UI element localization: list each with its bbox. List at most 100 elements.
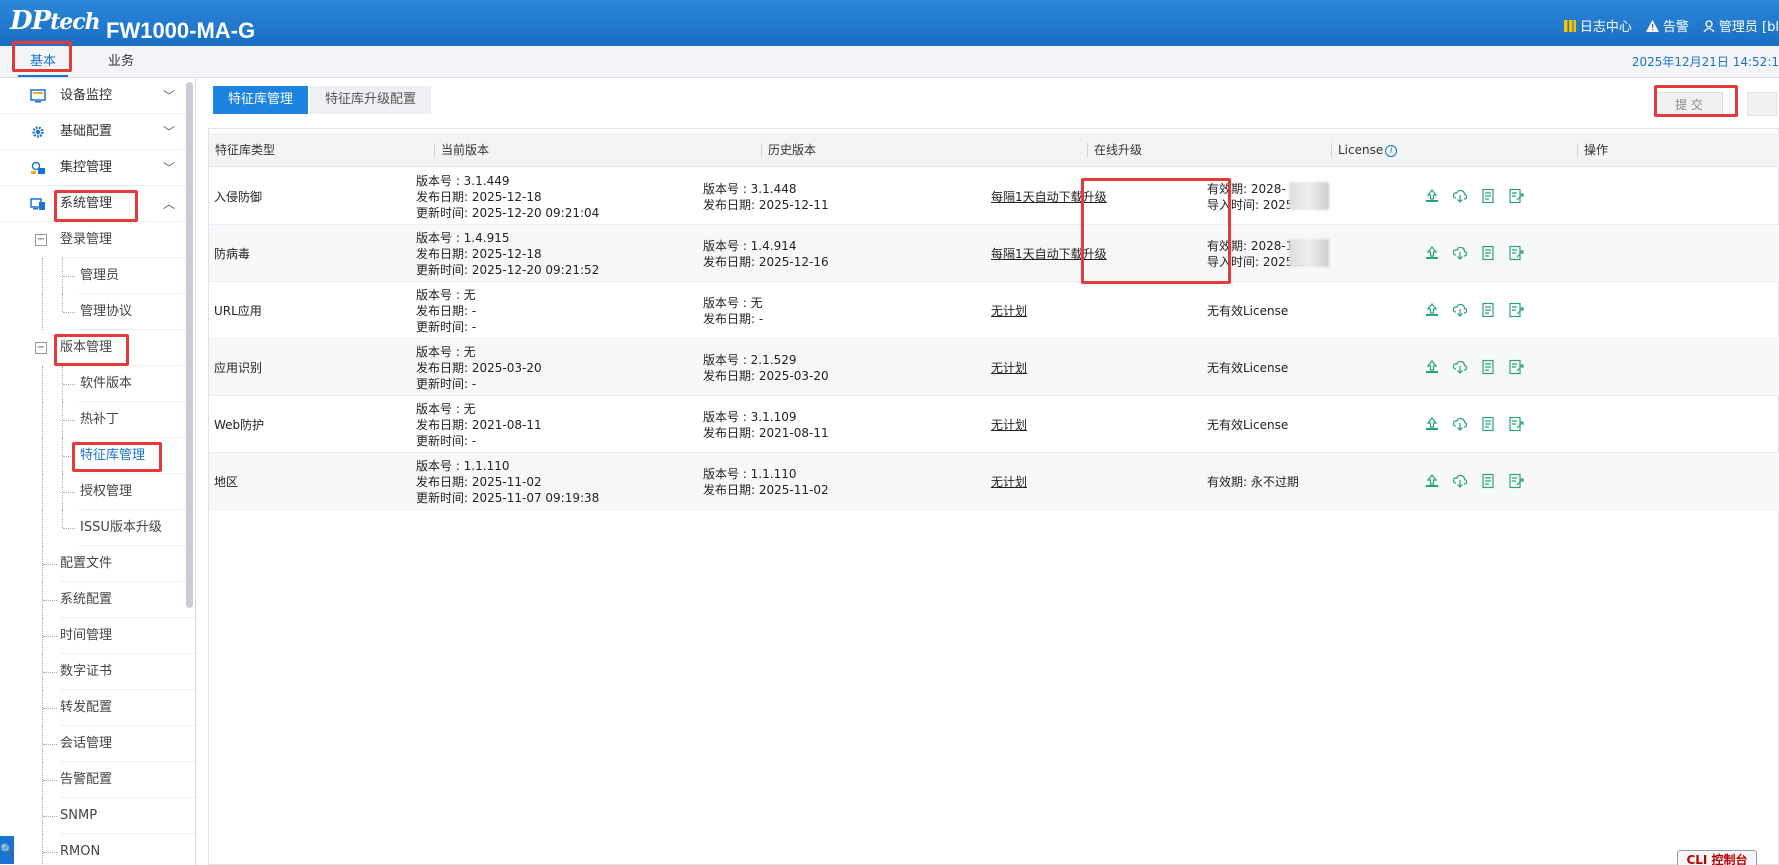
log-center-link[interactable]: 日志中心 bbox=[1563, 16, 1632, 35]
export-icon[interactable] bbox=[1508, 416, 1524, 432]
sidebar-item-config-file[interactable]: 配置文件 bbox=[0, 546, 195, 582]
cloud-download-icon[interactable] bbox=[1452, 359, 1468, 375]
sidebar-item-system-config[interactable]: 系统配置 bbox=[0, 582, 195, 618]
cloud-download-icon[interactable] bbox=[1452, 302, 1468, 318]
chart-bars-icon bbox=[1563, 19, 1576, 32]
cell-text: 导入时间: 2025- bbox=[1207, 197, 1298, 212]
sidebar-item-digital-cert[interactable]: 数字证书 bbox=[0, 654, 195, 690]
document-icon[interactable] bbox=[1480, 245, 1496, 261]
sidebar-item-central-control[interactable]: 集控管理 ﹀ bbox=[0, 150, 195, 186]
cell-current-version: 版本号 : 无发布日期: - 更新时间: - bbox=[416, 282, 476, 339]
alarm-link[interactable]: 告警 bbox=[1645, 16, 1689, 35]
cell-text: 无有效License bbox=[1207, 417, 1289, 432]
sidebar-item-hotfix[interactable]: 热补丁 bbox=[0, 402, 195, 438]
user-menu[interactable]: 管理员 [bl bbox=[1703, 16, 1779, 35]
cell-type: Web防护 bbox=[214, 396, 264, 453]
export-icon[interactable] bbox=[1508, 359, 1524, 375]
sidebar-scrollbar[interactable] bbox=[186, 82, 193, 608]
sidebar-item-alarm-config[interactable]: 告警配置 bbox=[0, 762, 195, 798]
export-icon[interactable] bbox=[1508, 473, 1524, 489]
tab-basic[interactable]: 基本 bbox=[18, 46, 69, 77]
online-upgrade-link[interactable]: 无计划 bbox=[991, 474, 1027, 490]
device-model: FW1000-MA-G bbox=[106, 18, 256, 43]
cell-text: 更新时间: 2025-11-07 09:19:38 bbox=[416, 490, 600, 505]
submit-button[interactable]: 提 交 bbox=[1655, 92, 1723, 116]
cli-console-button[interactable]: CLI 控制台 bbox=[1677, 850, 1757, 865]
col-license: License i bbox=[1331, 143, 1398, 157]
cloud-download-icon[interactable] bbox=[1452, 473, 1468, 489]
row-actions bbox=[1424, 302, 1524, 318]
cloud-download-icon[interactable] bbox=[1452, 416, 1468, 432]
export-icon[interactable] bbox=[1508, 302, 1524, 318]
cell-history-version: 版本号 : 1.1.110 发布日期: 2025-11-02 bbox=[703, 453, 829, 510]
upload-icon[interactable] bbox=[1424, 188, 1440, 204]
sidebar-item-version-mgmt[interactable]: − 版本管理 bbox=[0, 330, 195, 366]
sidebar-item-login-mgmt[interactable]: − 登录管理 bbox=[0, 222, 195, 258]
upload-icon[interactable] bbox=[1424, 416, 1440, 432]
sidebar-item-admin[interactable]: 管理员 bbox=[0, 258, 195, 294]
signature-table: 特征库类型 当前版本 历史版本 在线升级 License i 操作 入侵防御版本号… bbox=[208, 128, 1779, 865]
cell-text: 更新时间: 2025-12-20 09:21:52 bbox=[416, 262, 600, 277]
tab-signature-mgmt[interactable]: 特征库管理 bbox=[213, 86, 309, 114]
online-upgrade-link[interactable]: 无计划 bbox=[991, 417, 1027, 433]
sidebar-item-session-mgmt[interactable]: 会话管理 bbox=[0, 726, 195, 762]
cell-text: 发布日期: 2021-08-11 bbox=[703, 425, 829, 440]
export-icon[interactable] bbox=[1508, 188, 1524, 204]
cell-text: 发布日期: - bbox=[703, 311, 764, 326]
cell-history-version: 版本号 : 2.1.529 发布日期: 2025-03-20 bbox=[703, 339, 829, 396]
document-icon[interactable] bbox=[1480, 416, 1496, 432]
table-header: 特征库类型 当前版本 历史版本 在线升级 License i 操作 bbox=[209, 133, 1779, 167]
search-icon[interactable]: 🔍 bbox=[0, 836, 14, 864]
online-upgrade-link[interactable]: 每隔1天自动下载升级 bbox=[991, 189, 1107, 205]
cell-current-version: 版本号 : 无发布日期: 2025-03-20 更新时间: - bbox=[416, 339, 542, 396]
upload-icon[interactable] bbox=[1424, 302, 1440, 318]
cell-text: 版本号 : 3.1.448 bbox=[703, 181, 797, 196]
sidebar-item-issu[interactable]: ISSU版本升级 bbox=[0, 510, 195, 546]
info-icon[interactable]: i bbox=[1385, 144, 1398, 157]
tab-signature-upgrade-config[interactable]: 特征库升级配置 bbox=[310, 86, 432, 114]
cell-text: 入侵防御 bbox=[214, 189, 263, 204]
sidebar-item-snmp[interactable]: SNMP bbox=[0, 798, 195, 834]
extra-button[interactable] bbox=[1747, 92, 1777, 116]
cell-text: 更新时间: - bbox=[416, 376, 477, 391]
cell-text: 版本号 : 1.4.914 bbox=[703, 238, 797, 253]
sidebar-item-device-monitor[interactable]: 设备监控 ﹀ bbox=[0, 78, 195, 114]
upload-icon[interactable] bbox=[1424, 359, 1440, 375]
chevron-up-icon: ︿ bbox=[163, 197, 176, 211]
table-row: 应用识别 版本号 : 无发布日期: 2025-03-20 更新时间: - 版本号 : … bbox=[209, 339, 1779, 396]
module-tabs-bar: 基本 业务 2025年12月21日 14:52:1 bbox=[0, 46, 1779, 78]
online-upgrade-link[interactable]: 无计划 bbox=[991, 360, 1027, 376]
cell-text: 发布日期: 2025-12-16 bbox=[703, 254, 829, 269]
sidebar-item-mgmt-protocol[interactable]: 管理协议 bbox=[0, 294, 195, 330]
col-ops: 操作 bbox=[1577, 143, 1608, 157]
sidebar-item-basic-config[interactable]: 基础配置 ﹀ bbox=[0, 114, 195, 150]
document-icon[interactable] bbox=[1480, 473, 1496, 489]
table-row: Web防护 版本号 : 无发布日期: 2021-08-11 更新时间: - 版本号 :… bbox=[209, 396, 1779, 453]
cell-text: 版本号 : 无 bbox=[703, 295, 763, 310]
online-upgrade-link[interactable]: 无计划 bbox=[991, 303, 1027, 319]
cell-online-upgrade: 无计划 bbox=[991, 339, 1027, 396]
cloud-download-icon[interactable] bbox=[1452, 188, 1468, 204]
sidebar-item-system-mgmt[interactable]: 系统管理 ︿ bbox=[0, 186, 195, 222]
sidebar-item-forwarding[interactable]: 转发配置 bbox=[0, 690, 195, 726]
online-upgrade-link[interactable]: 每隔1天自动下载升级 bbox=[991, 246, 1107, 262]
document-icon[interactable] bbox=[1480, 359, 1496, 375]
tab-business[interactable]: 业务 bbox=[96, 46, 146, 77]
sidebar-item-signature-mgmt[interactable]: 特征库管理 bbox=[0, 438, 195, 474]
sidebar-item-time-mgmt[interactable]: 时间管理 bbox=[0, 618, 195, 654]
cloud-download-icon[interactable] bbox=[1452, 245, 1468, 261]
col-type: 特征库类型 bbox=[215, 143, 276, 157]
cell-text: 版本号 : 2.1.529 bbox=[703, 352, 797, 367]
cell-text: 版本号 : 1.1.110 bbox=[416, 458, 510, 473]
export-icon[interactable] bbox=[1508, 245, 1524, 261]
upload-icon[interactable] bbox=[1424, 473, 1440, 489]
upload-icon[interactable] bbox=[1424, 245, 1440, 261]
document-icon[interactable] bbox=[1480, 302, 1496, 318]
sidebar-item-license-mgmt[interactable]: 授权管理 bbox=[0, 474, 195, 510]
cell-online-upgrade: 无计划 bbox=[991, 282, 1027, 339]
sidebar-item-rmon[interactable]: RMON bbox=[0, 834, 195, 865]
cell-history-version: 版本号 : 3.1.448 发布日期: 2025-12-11 bbox=[703, 168, 829, 225]
document-icon[interactable] bbox=[1480, 188, 1496, 204]
cell-current-version: 版本号 : 无发布日期: 2021-08-11 更新时间: - bbox=[416, 396, 542, 453]
sidebar-item-software-version[interactable]: 软件版本 bbox=[0, 366, 195, 402]
